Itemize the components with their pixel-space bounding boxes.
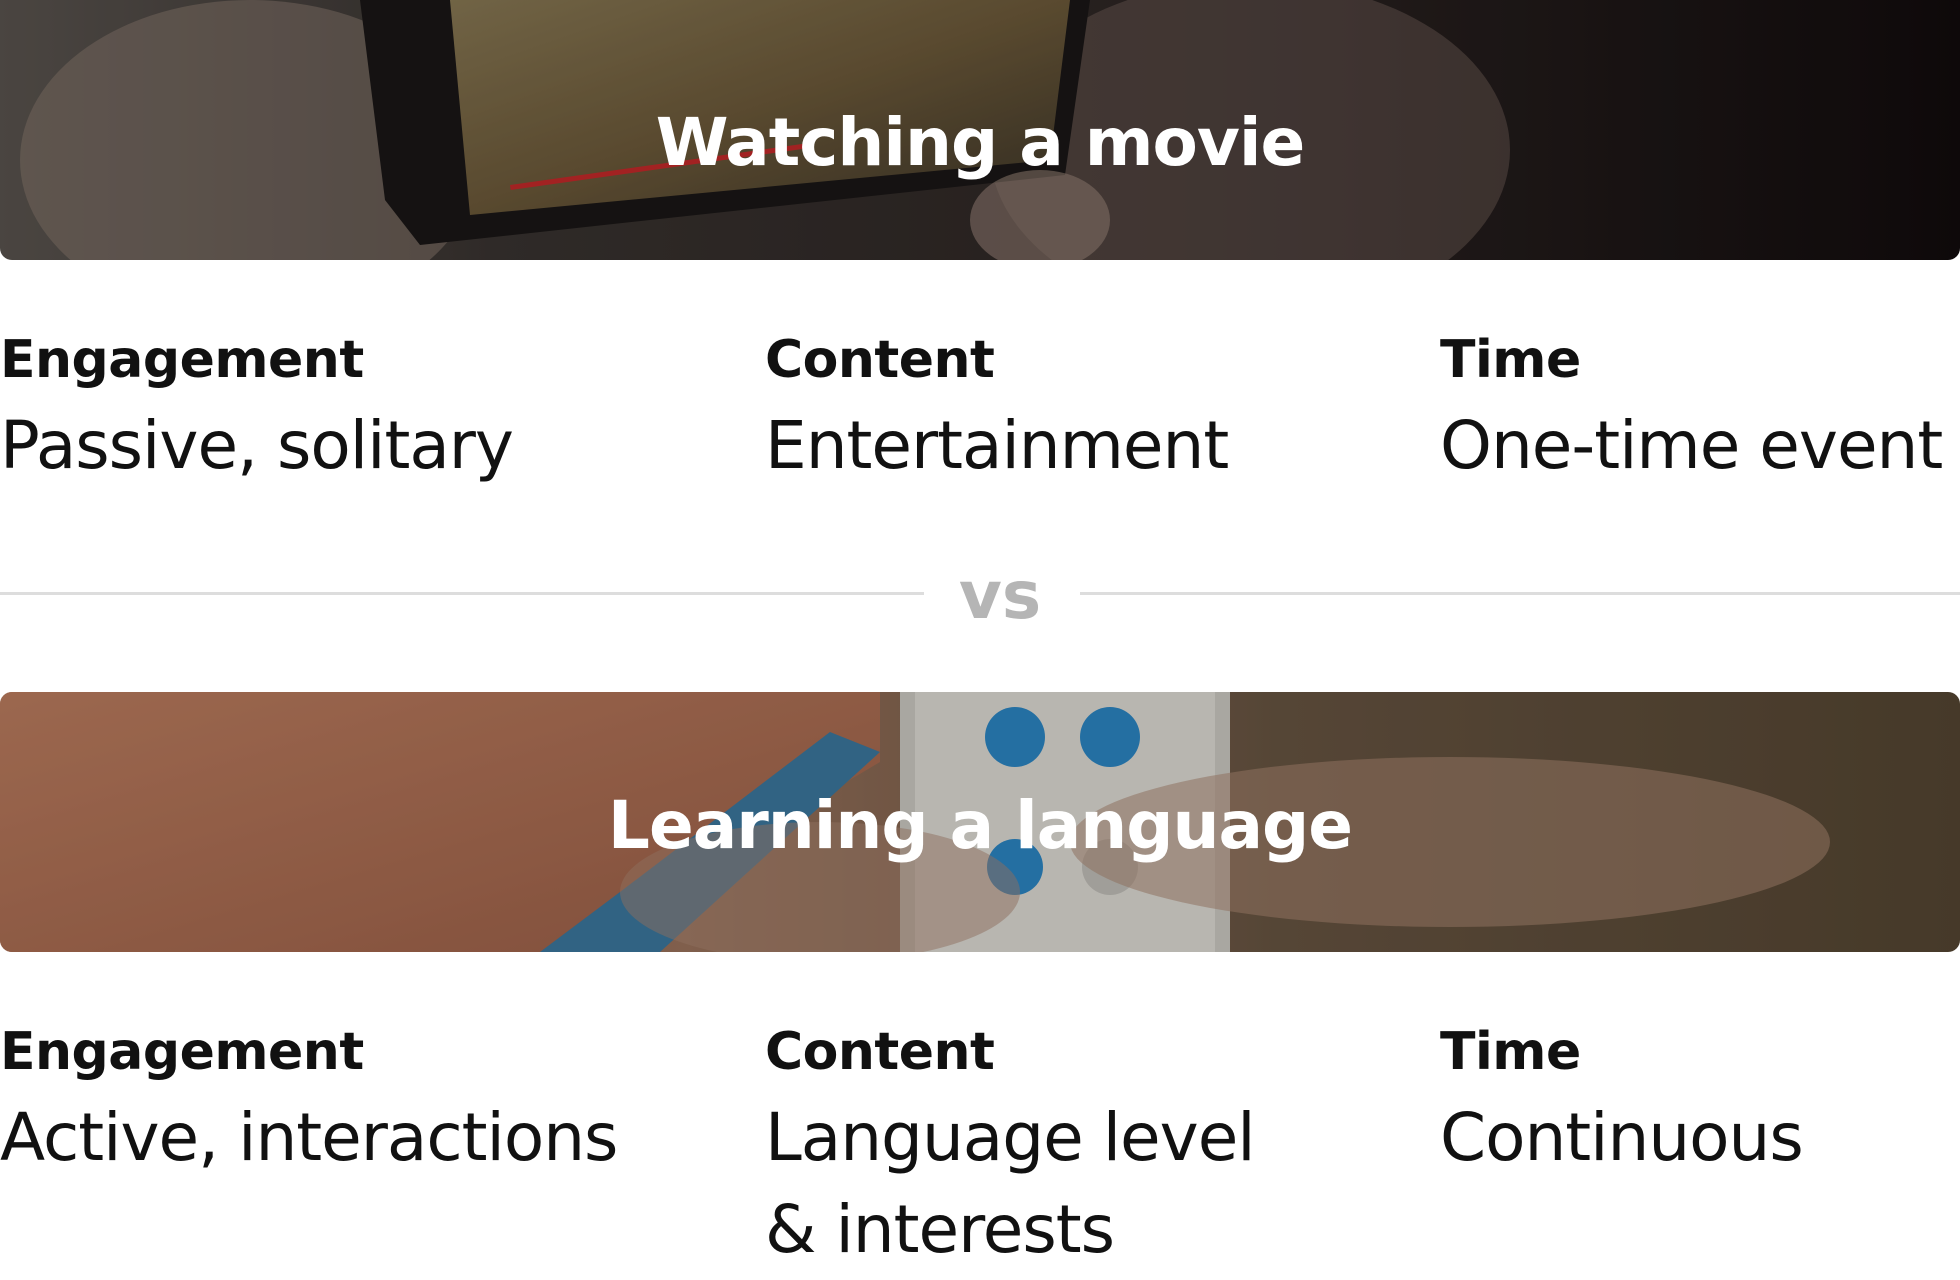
movie-time-label: Time: [1440, 330, 1581, 390]
language-content-value: Language level & interests: [765, 1099, 1256, 1268]
language-content-label: Content: [765, 1022, 995, 1082]
language-time-label: Time: [1440, 1022, 1581, 1082]
movie-banner: Watching a movie: [0, 0, 1960, 260]
movie-content-label: Content: [765, 330, 995, 390]
language-engagement-value: Active, interactions: [0, 1099, 618, 1176]
movie-title: Watching a movie: [655, 104, 1306, 181]
divider-left: [0, 592, 924, 595]
language-time-value: Continuous: [1440, 1099, 1804, 1176]
vs-label: vs: [958, 557, 1042, 634]
movie-content-value: Entertainment: [765, 407, 1229, 484]
language-engagement-label: Engagement: [0, 1022, 364, 1082]
movie-engagement-value: Passive, solitary: [0, 407, 514, 484]
language-banner: Learning a language: [0, 692, 1960, 952]
divider-right: [1080, 592, 1960, 595]
movie-time-value: One-time event: [1440, 407, 1943, 484]
movie-engagement-label: Engagement: [0, 330, 364, 390]
language-title: Learning a language: [607, 787, 1353, 864]
